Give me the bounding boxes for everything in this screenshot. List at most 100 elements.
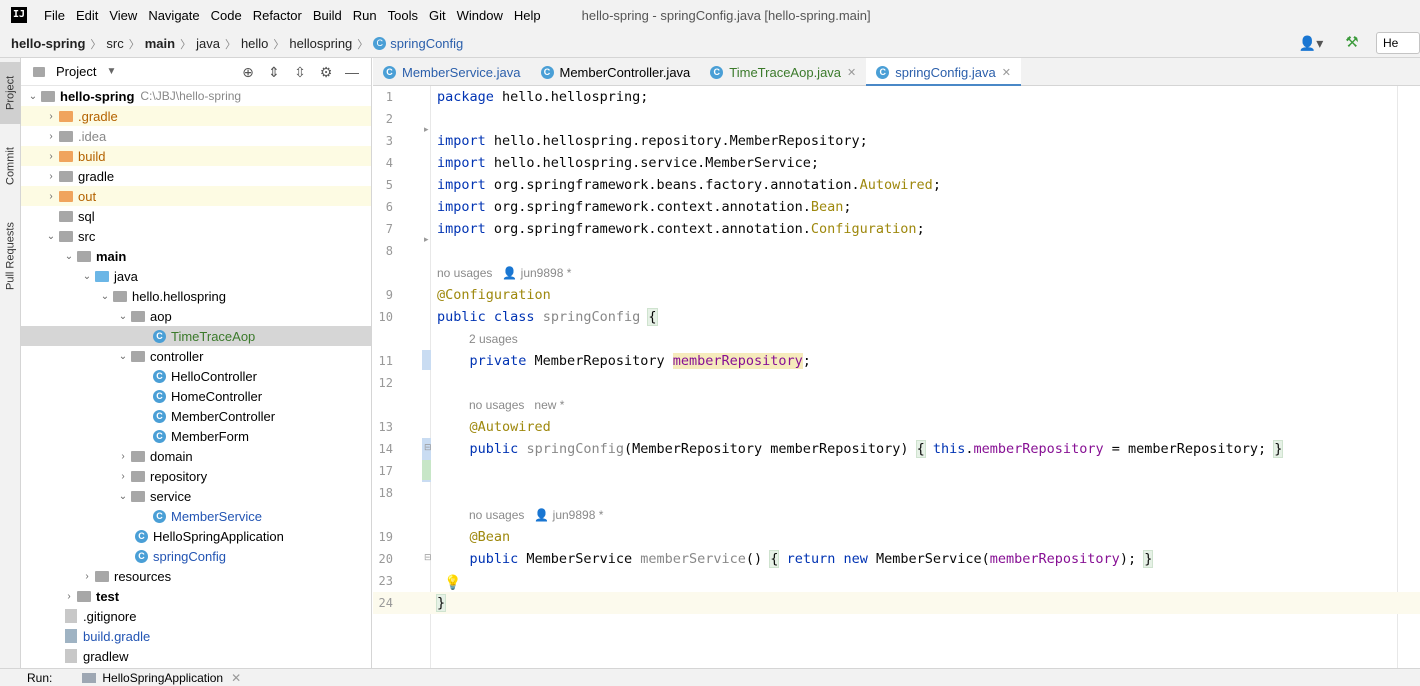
chevron-down-icon[interactable]: ▼ — [106, 66, 116, 77]
tree-item[interactable]: › test — [21, 586, 371, 606]
fold-icon[interactable]: ⊟ — [424, 552, 432, 563]
chevron-right-icon[interactable]: › — [61, 591, 77, 602]
chevron-down-icon[interactable]: ⌄ — [61, 251, 77, 262]
tab-memberservice[interactable]: C MemberService.java — [373, 58, 531, 86]
breadcrumb-item[interactable]: main — [145, 36, 175, 51]
chevron-down-icon[interactable]: ⌄ — [115, 491, 131, 502]
menu-code[interactable]: Code — [211, 8, 242, 23]
tree-item[interactable]: C TimeTraceAop — [21, 326, 371, 346]
tree-item[interactable]: build.gradle — [21, 626, 371, 646]
tree-item[interactable]: › repository — [21, 466, 371, 486]
tree-item[interactable]: C HelloController — [21, 366, 371, 386]
usages-hint[interactable]: no usages 👤 jun9898 * — [469, 508, 603, 522]
tree-item[interactable]: › out — [21, 186, 371, 206]
tree-item[interactable]: sql — [21, 206, 371, 226]
tree-item[interactable]: › domain — [21, 446, 371, 466]
chevron-down-icon[interactable]: ⌄ — [115, 351, 131, 362]
fold-icon[interactable]: ▸ — [424, 124, 429, 135]
breadcrumb-item[interactable]: springConfig — [390, 36, 463, 51]
menu-view[interactable]: View — [109, 8, 137, 23]
tree-item-root[interactable]: ⌄ hello-spring C:\JBJ\hello-spring — [21, 86, 371, 106]
code-editor[interactable]: 1 package hello.hellospring; 2 3 import … — [373, 86, 1420, 668]
chevron-right-icon[interactable]: › — [115, 471, 131, 482]
chevron-right-icon[interactable]: › — [43, 151, 59, 162]
fold-icon[interactable]: ⊟ — [424, 442, 432, 453]
chevron-right-icon[interactable]: › — [43, 111, 59, 122]
hammer-build-icon[interactable]: ⚒ — [1342, 33, 1362, 53]
tree-item[interactable]: › .idea — [21, 126, 371, 146]
tree-item-label: HelloSpringApplication — [153, 528, 284, 544]
run-tool-bar: Run: HelloSpringApplication ✕ — [0, 668, 1420, 686]
menu-help[interactable]: Help — [514, 8, 541, 23]
menu-navigate[interactable]: Navigate — [148, 8, 199, 23]
breadcrumb-item[interactable]: hellospring — [289, 36, 352, 51]
tree-item[interactable]: ⌄ src — [21, 226, 371, 246]
tree-item[interactable]: › .gradle — [21, 106, 371, 126]
line-number: 19 — [378, 530, 393, 544]
tree-item[interactable]: › resources — [21, 566, 371, 586]
close-icon[interactable]: ✕ — [847, 66, 856, 79]
chevron-right-icon[interactable]: › — [43, 191, 59, 202]
tree-item[interactable]: ⌄ aop — [21, 306, 371, 326]
menu-run[interactable]: Run — [353, 8, 377, 23]
tree-item[interactable]: › build — [21, 146, 371, 166]
chevron-down-icon[interactable]: ⌄ — [25, 91, 41, 102]
tool-tab-commit[interactable]: Commit — [0, 136, 21, 196]
tree-item[interactable]: .gitignore — [21, 606, 371, 626]
tree-item[interactable]: C MemberService — [21, 506, 371, 526]
lightbulb-icon[interactable]: 💡 — [444, 575, 461, 589]
breadcrumb-item[interactable]: hello — [241, 36, 268, 51]
chevron-down-icon[interactable]: ⌄ — [43, 231, 59, 242]
chevron-right-icon[interactable]: › — [79, 571, 95, 582]
menu-tools[interactable]: Tools — [388, 8, 418, 23]
menu-edit[interactable]: Edit — [76, 8, 98, 23]
chevron-down-icon[interactable]: ⌄ — [97, 291, 113, 302]
tab-springconfig[interactable]: C springConfig.java ✕ — [866, 58, 1021, 87]
tree-item[interactable]: ⌄ hello.hellospring — [21, 286, 371, 306]
chevron-right-icon[interactable]: › — [43, 131, 59, 142]
tool-tab-project[interactable]: Project — [0, 62, 21, 124]
tree-item[interactable]: C springConfig — [21, 546, 371, 566]
run-tab[interactable]: HelloSpringApplication — [102, 671, 223, 685]
project-panel-title[interactable]: Project — [56, 64, 96, 79]
tree-item[interactable]: › gradle — [21, 166, 371, 186]
menu-refactor[interactable]: Refactor — [253, 8, 302, 23]
tree-item[interactable]: C HomeController — [21, 386, 371, 406]
usages-hint[interactable]: 2 usages — [469, 332, 518, 346]
menu-build[interactable]: Build — [313, 8, 342, 23]
usages-hint[interactable]: no usages 👤 jun9898 * — [437, 266, 571, 280]
chevron-right-icon[interactable]: › — [115, 451, 131, 462]
tree-item-label: .gitignore — [83, 608, 137, 624]
tab-timetraceaop[interactable]: C TimeTraceAop.java ✕ — [700, 58, 866, 86]
collapse-all-icon[interactable]: ⇳ — [287, 62, 313, 82]
expand-all-icon[interactable]: ⇕ — [261, 62, 287, 82]
locate-file-icon[interactable]: ⊕ — [235, 62, 261, 82]
close-icon[interactable]: ✕ — [231, 671, 241, 685]
menu-window[interactable]: Window — [457, 8, 503, 23]
close-icon[interactable]: ✕ — [1002, 66, 1011, 79]
breadcrumb-item[interactable]: java — [196, 36, 220, 51]
breadcrumb-item[interactable]: src — [106, 36, 123, 51]
tree-item[interactable]: gradlew — [21, 646, 371, 666]
breadcrumb-item[interactable]: hello-spring — [11, 36, 85, 51]
chevron-right-icon[interactable]: › — [43, 171, 59, 182]
tree-item[interactable]: ⌄ java — [21, 266, 371, 286]
usages-hint[interactable]: no usages new * — [469, 398, 564, 412]
chevron-down-icon[interactable]: ⌄ — [79, 271, 95, 282]
tab-membercontroller[interactable]: C MemberController.java — [531, 58, 701, 86]
tree-item[interactable]: C MemberController — [21, 406, 371, 426]
menu-git[interactable]: Git — [429, 8, 446, 23]
fold-icon[interactable]: ▸ — [424, 234, 429, 245]
menu-file[interactable]: File — [44, 8, 65, 23]
hide-panel-icon[interactable]: — — [339, 62, 365, 82]
tree-item[interactable]: C HelloSpringApplication — [21, 526, 371, 546]
gear-icon[interactable]: ⚙ — [313, 62, 339, 82]
chevron-down-icon[interactable]: ⌄ — [115, 311, 131, 322]
tool-tab-pull-requests[interactable]: Pull Requests — [0, 208, 21, 304]
tree-item[interactable]: ⌄ service — [21, 486, 371, 506]
tree-item[interactable]: ⌄ controller — [21, 346, 371, 366]
tree-item[interactable]: C MemberForm — [21, 426, 371, 446]
user-dropdown-icon[interactable]: 👤▾ — [1296, 33, 1326, 53]
tree-item[interactable]: ⌄ main — [21, 246, 371, 266]
run-configuration-selector[interactable]: He — [1376, 32, 1420, 54]
